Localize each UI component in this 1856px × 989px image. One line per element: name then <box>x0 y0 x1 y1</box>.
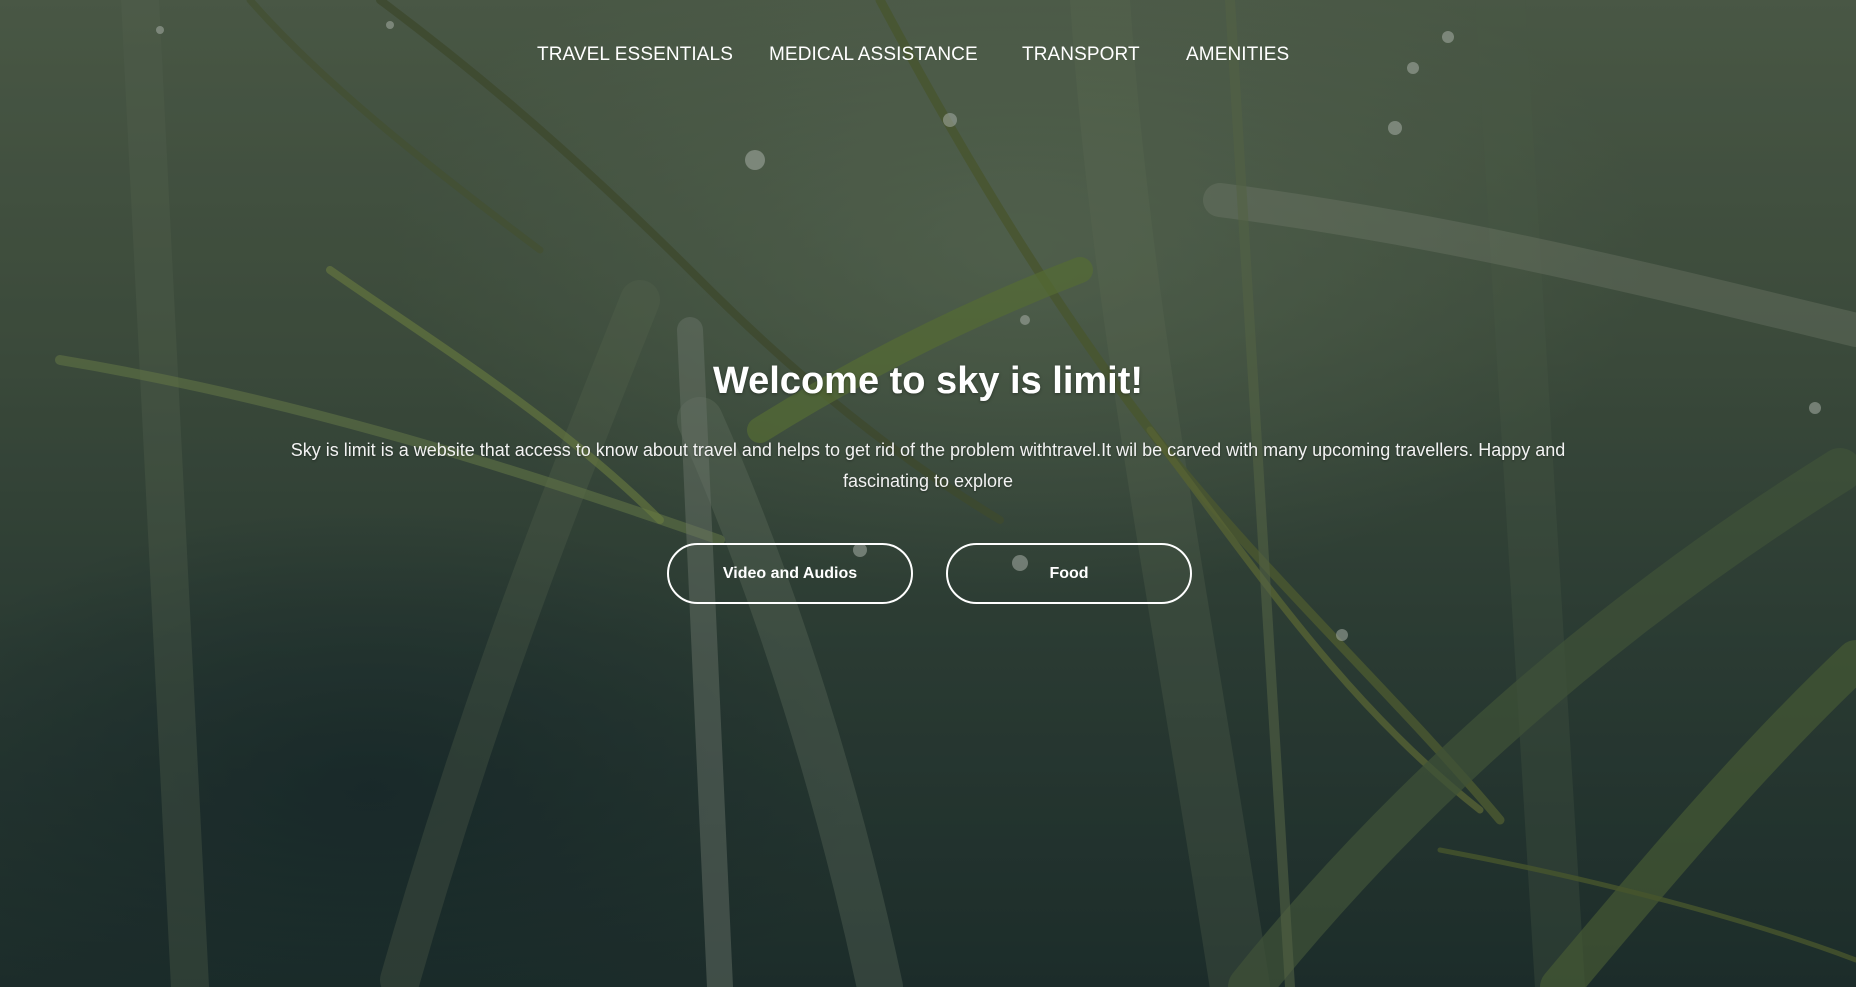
nav-link-travel-essentials[interactable]: TRAVEL ESSENTIALS <box>537 44 733 66</box>
top-navigation: TRAVEL ESSENTIALS MEDICAL ASSISTANCE TRA… <box>0 44 1856 70</box>
hero-description: Sky is limit is a website that access to… <box>290 440 1566 491</box>
nav-link-amenities[interactable]: AMENITIES <box>1186 44 1289 66</box>
nav-link-medical-assistance[interactable]: MEDICAL ASSISTANCE <box>769 44 978 66</box>
hero-title: Welcome to sky is limit! <box>712 360 1144 402</box>
nav-link-transport[interactable]: TRANSPORT <box>1022 44 1140 66</box>
video-and-audios-button[interactable]: Video and Audios <box>667 543 913 604</box>
food-button[interactable]: Food <box>946 543 1192 604</box>
hero-section: TRAVEL ESSENTIALS MEDICAL ASSISTANCE TRA… <box>0 0 1856 987</box>
